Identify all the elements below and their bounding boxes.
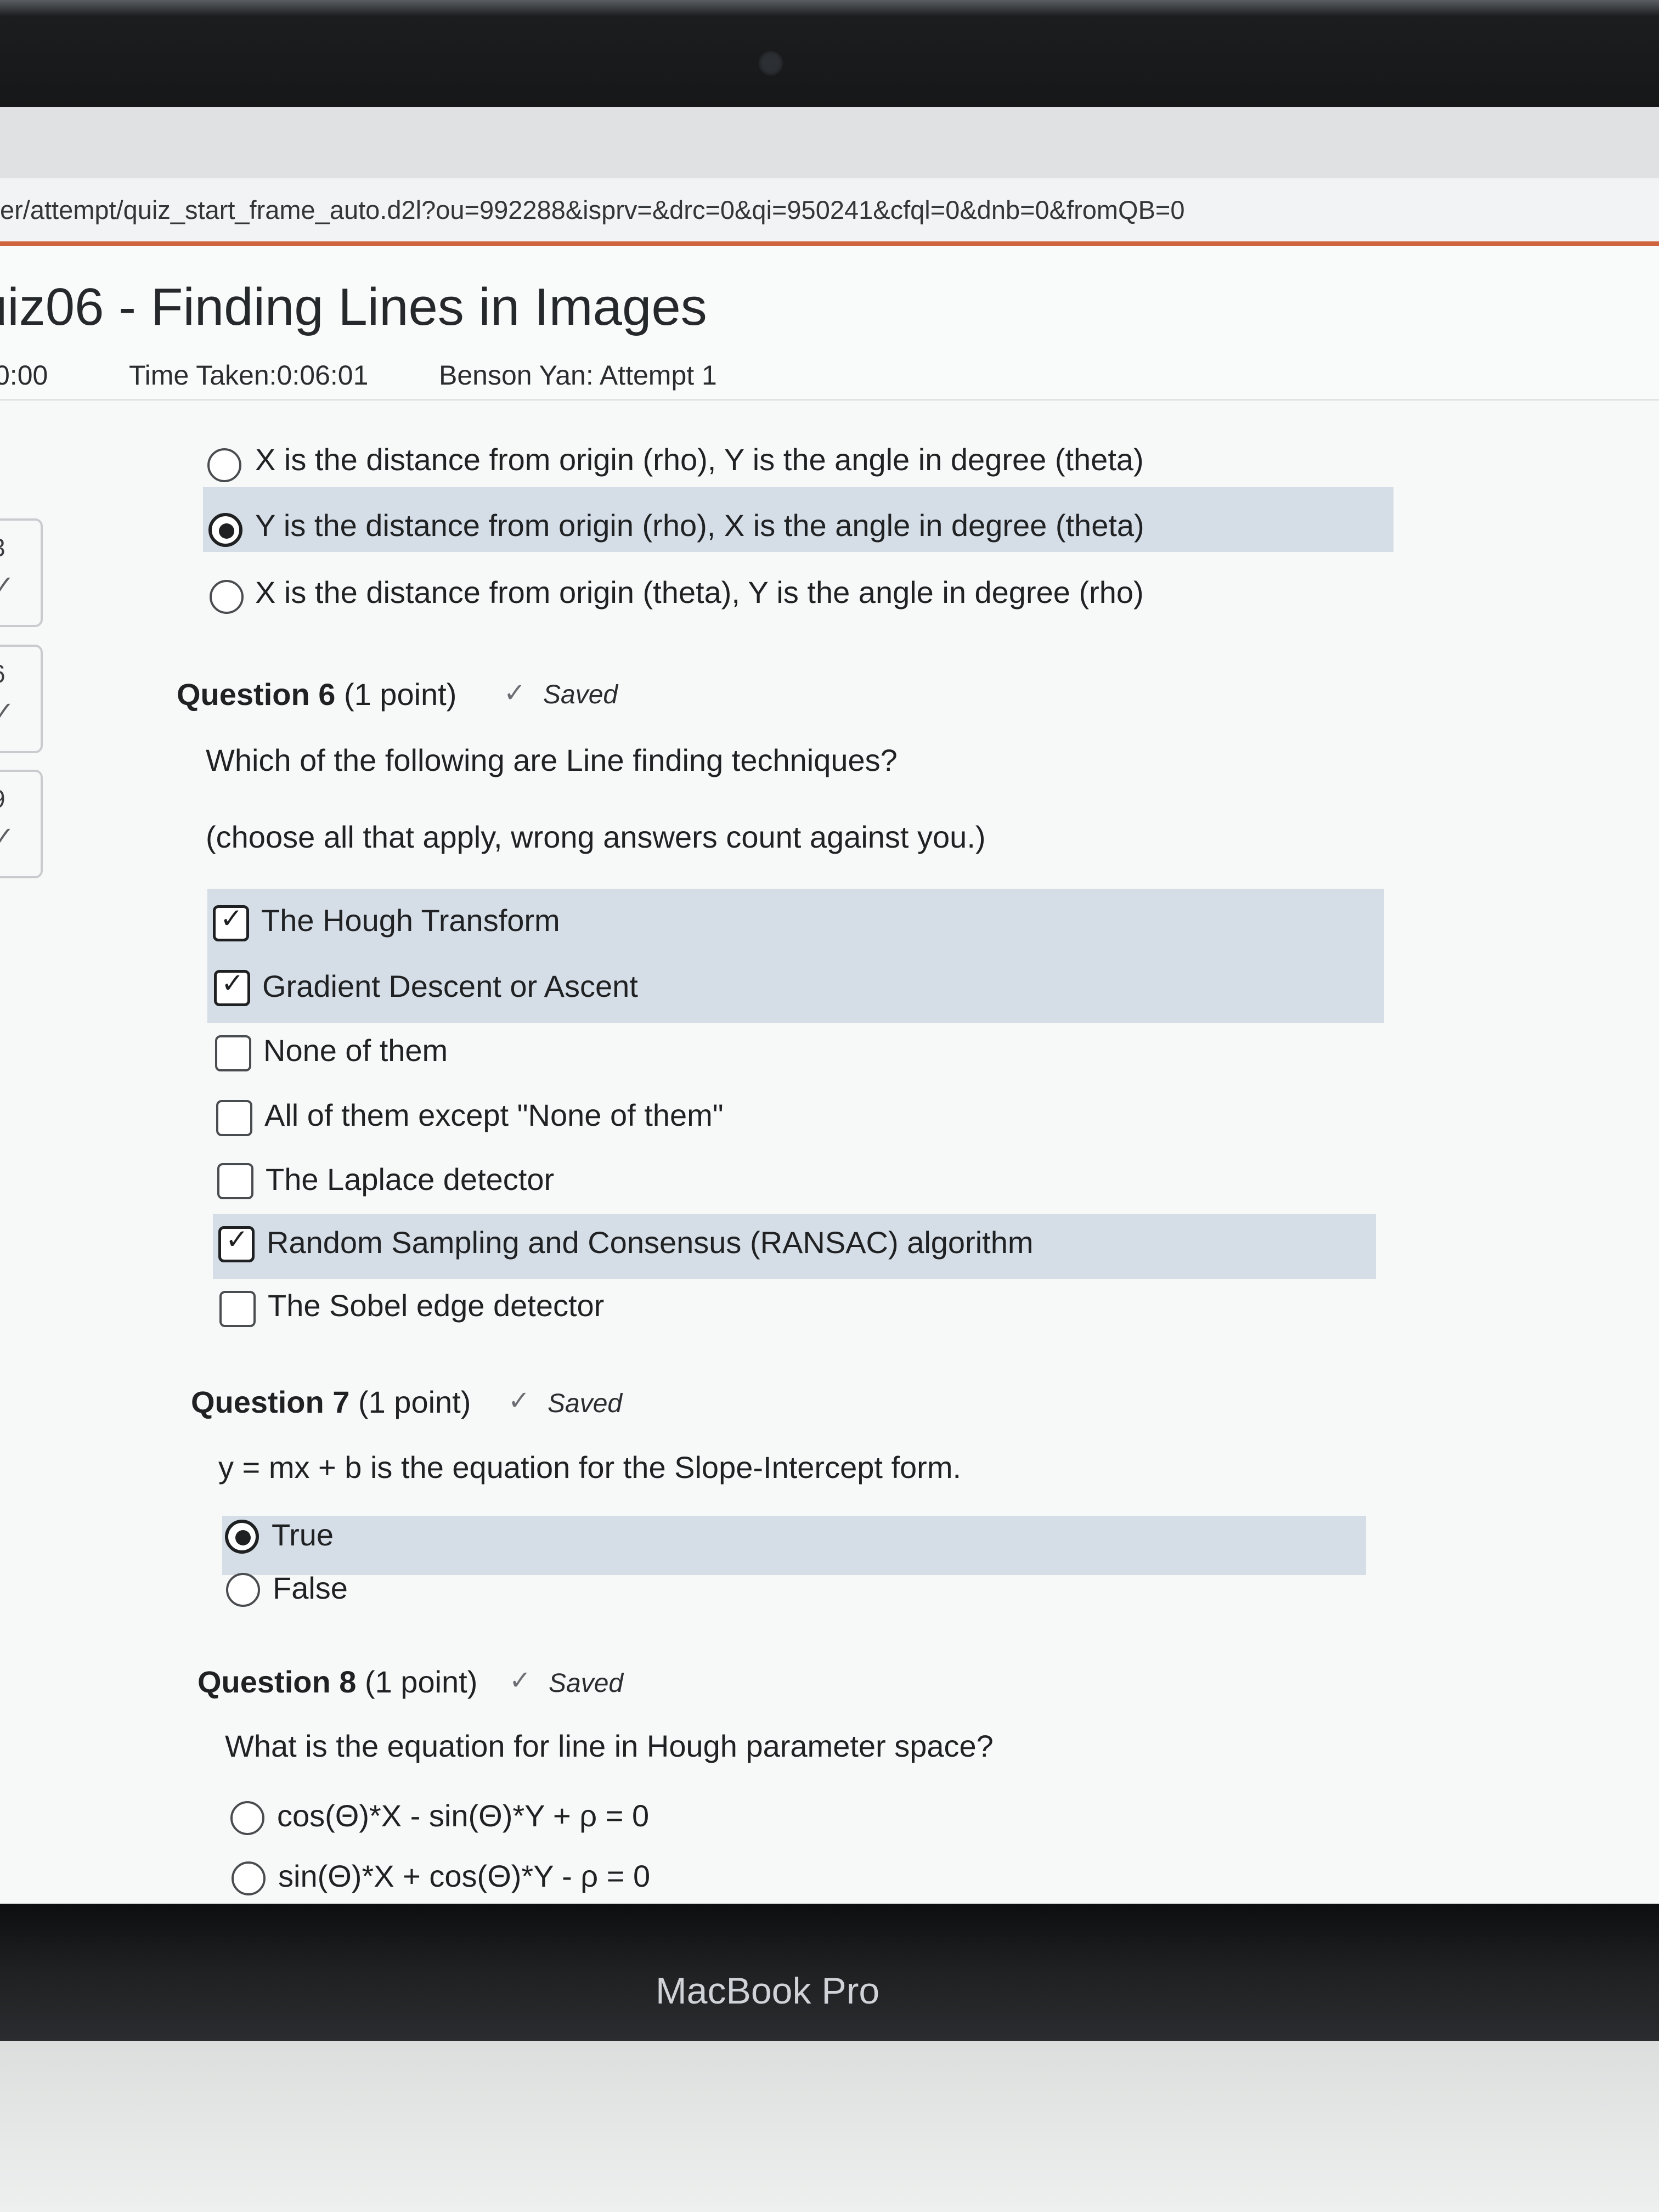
q8-option-2-label: sin(Θ)*X + cos(Θ)*Y - ρ = 0 [278,1859,651,1893]
saved-check-icon: ✓ [0,571,15,600]
q6-option-5-checkbox[interactable] [217,1163,253,1199]
q8-heading: Question 8 (1 point) [198,1664,477,1700]
q5-option-2-radio[interactable] [208,513,242,547]
q6-option-2-checkbox[interactable]: ✓ [214,968,250,1006]
q5-option-1-radio[interactable] [207,448,241,482]
selected-option-highlight [222,1516,1366,1575]
q6-option-1-label: The Hough Transform [261,903,560,938]
q7-heading: Question 7 (1 point) [191,1384,471,1420]
q5-option-3-label: X is the distance from origin (theta), Y… [255,575,1144,610]
q6-note: (choose all that apply, wrong answers co… [206,820,986,854]
q6-option-5-label: The Laplace detector [266,1162,555,1197]
q6-option-7-checkbox[interactable] [219,1291,256,1327]
q7-title: Question 7 [191,1385,350,1419]
attempt-label: Benson Yan: Attempt 1 [439,360,717,391]
check-icon: ✓ [221,968,244,998]
q6-option-6-checkbox[interactable]: ✓ [218,1224,255,1262]
quiz-title: uiz06 - Finding Lines in Images [0,278,707,336]
browser-toolbar [0,107,1659,178]
check-icon: ✓ [225,1224,249,1255]
q6-points: (1 point) [343,677,457,712]
sidebar-question-6[interactable]: 6 ✓ [0,645,43,753]
device-label: MacBook Pro [656,1970,880,2012]
q8-option-1-label: cos(Θ)*X - sin(Θ)*Y + ρ = 0 [277,1798,650,1833]
q6-option-2-label: Gradient Descent or Ascent [262,969,638,1003]
q6-option-4-label: All of them except "None of them" [264,1098,724,1132]
q7-option-true-radio[interactable] [225,1520,259,1554]
q5-option-2-label: Y is the distance from origin (rho), X i… [255,508,1144,543]
q6-title: Question 6 [177,677,336,712]
q6-option-7-label: The Sobel edge detector [268,1288,605,1323]
q7-option-false-radio[interactable] [226,1573,260,1607]
saved-check-icon: ✓ [509,1666,532,1695]
q8-title: Question 8 [198,1664,357,1699]
desk-surface [0,2041,1659,2212]
saved-check-icon: ✓ [0,822,15,851]
check-icon: ✓ [220,903,243,934]
address-bar-url[interactable]: er/attempt/quiz_start_frame_auto.d2l?ou=… [0,195,1185,225]
q6-question-text: Which of the following are Line finding … [206,743,898,777]
saved-check-icon: ✓ [508,1386,531,1415]
laptop-top-bezel [0,0,1659,110]
q6-option-4-checkbox[interactable] [216,1100,252,1136]
webcam [757,49,785,77]
sidebar-question-3[interactable]: 3 ✓ [0,518,43,627]
q6-heading: Question 6 (1 point) [177,676,456,712]
time-taken: Time Taken:0:06:01 [129,360,369,391]
header-accent-line [0,241,1659,246]
q8-question-text: What is the equation for line in Hough p… [225,1729,994,1763]
q7-option-true-label: True [272,1517,334,1552]
screen: er/attempt/quiz_start_frame_auto.d2l?ou=… [0,107,1659,1904]
sidebar-question-9[interactable]: 9 ✓ [0,770,43,878]
saved-check-icon: ✓ [504,679,526,708]
saved-check-icon: ✓ [0,697,15,726]
q6-status: Saved [543,680,618,709]
q7-points: (1 point) [358,1385,471,1419]
q6-option-3-checkbox[interactable] [215,1035,251,1071]
q8-status: Saved [549,1669,624,1698]
q8-option-1-radio[interactable] [230,1801,264,1835]
quiz-timer: 0:00 [0,360,48,391]
q7-option-false-label: False [273,1571,348,1605]
q7-question-text: y = mx + b is the equation for the Slope… [218,1450,962,1485]
q5-option-3-radio[interactable] [210,580,244,614]
q7-status: Saved [548,1389,623,1418]
q6-option-1-checkbox[interactable]: ✓ [213,903,249,941]
sidebar-question-number: 6 [0,659,5,689]
q6-option-6-label: Random Sampling and Consensus (RANSAC) a… [267,1225,1034,1260]
q8-option-2-radio[interactable] [232,1861,266,1895]
q6-option-3-label: None of them [263,1033,448,1068]
sidebar-question-number: 9 [0,784,5,814]
q8-points: (1 point) [364,1664,478,1699]
q5-option-1-label: X is the distance from origin (rho), Y i… [255,442,1144,477]
sidebar-question-number: 3 [0,533,5,562]
